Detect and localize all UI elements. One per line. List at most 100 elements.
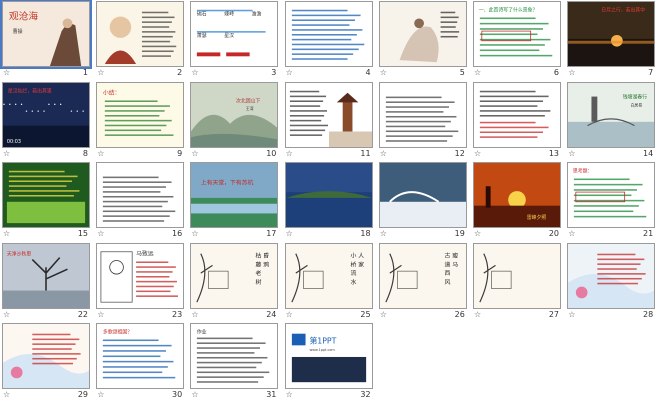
transition-star-icon[interactable]: ☆ bbox=[97, 229, 104, 239]
transition-star-icon[interactable]: ☆ bbox=[191, 310, 198, 320]
slide-thumbnail[interactable]: 作业 ☆ 31 bbox=[188, 322, 282, 402]
transition-star-icon[interactable]: ☆ bbox=[286, 390, 293, 400]
slide-preview[interactable]: 钱塘湖春行 白居易 bbox=[567, 81, 656, 148]
slide-thumbnail[interactable]: 一、此首诗写了什么景象？ ☆ 6 bbox=[471, 0, 565, 80]
slide-preview[interactable] bbox=[378, 1, 467, 67]
text-line bbox=[197, 9, 253, 12]
slide-thumbnail[interactable]: 日月之行，若出其中 ☆ 7 bbox=[565, 0, 659, 80]
slide-preview[interactable]: 小桥流水 人家 bbox=[284, 242, 373, 309]
transition-star-icon[interactable]: ☆ bbox=[474, 229, 481, 239]
slide-thumbnail[interactable]: 小结： ☆ 9 bbox=[94, 81, 188, 161]
slide-canvas bbox=[3, 163, 89, 227]
transition-star-icon[interactable]: ☆ bbox=[191, 390, 198, 400]
transition-star-icon[interactable]: ☆ bbox=[568, 149, 575, 159]
transition-star-icon[interactable]: ☆ bbox=[97, 310, 104, 320]
transition-star-icon[interactable]: ☆ bbox=[286, 68, 293, 78]
slide-preview[interactable] bbox=[2, 162, 90, 228]
slide-thumbnail[interactable]: ☆ 15 bbox=[0, 161, 94, 241]
slide-thumbnail[interactable]: 思考题： ☆ 21 bbox=[565, 161, 659, 241]
slide-preview[interactable]: 枯藤老树 昏鸦 bbox=[190, 242, 279, 309]
slide-preview[interactable] bbox=[378, 162, 467, 228]
slide-thumbnail[interactable]: 上有天堂，下有苏杭 ☆ 17 bbox=[188, 161, 282, 241]
slide-thumbnail[interactable]: 钱塘湖春行 白居易 ☆ 14 bbox=[565, 81, 659, 161]
transition-star-icon[interactable]: ☆ bbox=[380, 229, 387, 239]
slide-thumbnail[interactable]: ☆ 28 bbox=[565, 242, 659, 322]
slide-thumbnail[interactable]: ☆ 18 bbox=[283, 161, 377, 241]
slide-preview[interactable]: 作业 bbox=[190, 323, 279, 389]
transition-star-icon[interactable]: ☆ bbox=[286, 310, 293, 320]
transition-star-icon[interactable]: ☆ bbox=[474, 68, 481, 78]
slide-thumbnail[interactable]: 小桥流水 人家 ☆ 25 bbox=[283, 242, 377, 322]
transition-star-icon[interactable]: ☆ bbox=[286, 229, 293, 239]
slide-thumbnail[interactable]: 马致远 ☆ 23 bbox=[94, 242, 188, 322]
slide-preview[interactable]: 碣石 竦峙 澹澹 萧瑟 星汉 bbox=[190, 1, 279, 67]
transition-star-icon[interactable]: ☆ bbox=[568, 68, 575, 78]
slide-preview[interactable]: 第1PPT www.1ppt.com bbox=[284, 323, 373, 389]
slide-thumbnail[interactable]: ☆ 4 bbox=[283, 0, 377, 80]
transition-star-icon[interactable]: ☆ bbox=[97, 390, 104, 400]
slide-thumbnail[interactable]: ☆ 16 bbox=[94, 161, 188, 241]
slide-background bbox=[474, 243, 560, 308]
slide-thumbnail[interactable]: 古道西风 瘦马 ☆ 26 bbox=[377, 242, 471, 322]
slide-preview[interactable] bbox=[473, 81, 561, 148]
transition-star-icon[interactable]: ☆ bbox=[474, 149, 481, 159]
slide-preview[interactable]: 一、此首诗写了什么景象？ bbox=[473, 1, 561, 67]
slide-thumbnail[interactable]: 观沧海 曹操 ☆ 1 bbox=[0, 0, 94, 80]
text-line bbox=[103, 360, 174, 363]
transition-star-icon[interactable]: ☆ bbox=[474, 310, 481, 320]
slide-thumbnail[interactable]: 雷峰夕照 ☆ 20 bbox=[471, 161, 565, 241]
slide-preview[interactable]: 日月之行，若出其中 bbox=[567, 1, 656, 67]
transition-star-icon[interactable]: ☆ bbox=[380, 68, 387, 78]
transition-star-icon[interactable]: ☆ bbox=[3, 149, 10, 159]
transition-star-icon[interactable]: ☆ bbox=[191, 149, 198, 159]
slide-thumbnail[interactable]: ☆ 2 bbox=[94, 0, 188, 80]
transition-star-icon[interactable]: ☆ bbox=[97, 149, 104, 159]
transition-star-icon[interactable]: ☆ bbox=[191, 229, 198, 239]
slide-thumbnail[interactable]: ☆ 13 bbox=[471, 81, 565, 161]
slide-preview[interactable] bbox=[378, 81, 467, 148]
slide-thumbnail[interactable]: 天净沙秋思 ☆ 22 bbox=[0, 242, 94, 322]
transition-star-icon[interactable]: ☆ bbox=[3, 310, 10, 320]
slide-preview[interactable]: 星汉灿烂，若出其里 00:03 bbox=[2, 81, 90, 148]
transition-star-icon[interactable]: ☆ bbox=[191, 68, 198, 78]
transition-star-icon[interactable]: ☆ bbox=[568, 229, 575, 239]
transition-star-icon[interactable]: ☆ bbox=[3, 229, 10, 239]
transition-star-icon[interactable]: ☆ bbox=[97, 68, 104, 78]
slide-thumbnail[interactable]: ☆ 11 bbox=[283, 81, 377, 161]
slide-preview[interactable]: 思考题： bbox=[567, 162, 656, 228]
slide-preview[interactable]: 上有天堂，下有苏杭 bbox=[190, 162, 279, 228]
slide-preview[interactable] bbox=[284, 162, 373, 228]
slide-thumbnail[interactable]: 多歌颂祖国？ ☆ 30 bbox=[94, 322, 188, 402]
slide-thumbnail[interactable]: 第1PPT www.1ppt.com ☆ 32 bbox=[283, 322, 377, 402]
slide-thumbnail[interactable]: ☆ 19 bbox=[377, 161, 471, 241]
slide-preview[interactable] bbox=[567, 242, 656, 309]
slide-preview[interactable]: 雷峰夕照 bbox=[473, 162, 561, 228]
slide-thumbnail[interactable]: ☆ 5 bbox=[377, 0, 471, 80]
slide-thumbnail[interactable]: ☆ 27 bbox=[471, 242, 565, 322]
slide-preview[interactable] bbox=[96, 162, 185, 228]
transition-star-icon[interactable]: ☆ bbox=[380, 310, 387, 320]
transition-star-icon[interactable]: ☆ bbox=[286, 149, 293, 159]
slide-preview[interactable] bbox=[473, 242, 561, 309]
slide-preview[interactable]: 古道西风 瘦马 bbox=[378, 242, 467, 309]
transition-star-icon[interactable]: ☆ bbox=[380, 149, 387, 159]
slide-thumbnail[interactable]: 星汉灿烂，若出其里 00:03 ☆ 8 bbox=[0, 81, 94, 161]
transition-star-icon[interactable]: ☆ bbox=[568, 310, 575, 320]
slide-preview[interactable] bbox=[284, 1, 373, 67]
slide-thumbnail[interactable]: 碣石 竦峙 澹澹 萧瑟 星汉 ☆ 3 bbox=[188, 0, 282, 80]
slide-thumbnail[interactable]: 枯藤老树 昏鸦 ☆ 24 bbox=[188, 242, 282, 322]
slide-preview[interactable]: 马致远 bbox=[96, 242, 185, 309]
slide-preview[interactable]: 多歌颂祖国？ bbox=[96, 323, 185, 389]
slide-preview[interactable]: 次北固山下 王湾 bbox=[190, 81, 279, 148]
slide-thumbnail[interactable]: ☆ 29 bbox=[0, 322, 94, 402]
slide-preview[interactable]: 观沧海 曹操 bbox=[0, 0, 92, 69]
slide-preview[interactable] bbox=[96, 1, 185, 67]
slide-thumbnail[interactable]: ☆ 12 bbox=[377, 81, 471, 161]
slide-preview[interactable] bbox=[284, 81, 373, 148]
slide-thumbnail[interactable]: 次北固山下 王湾 ☆ 10 bbox=[188, 81, 282, 161]
transition-star-icon[interactable]: ☆ bbox=[3, 68, 10, 78]
transition-star-icon[interactable]: ☆ bbox=[3, 390, 10, 400]
slide-preview[interactable] bbox=[2, 323, 90, 389]
slide-preview[interactable]: 天净沙秋思 bbox=[2, 242, 90, 309]
slide-preview[interactable]: 小结： bbox=[96, 81, 185, 148]
